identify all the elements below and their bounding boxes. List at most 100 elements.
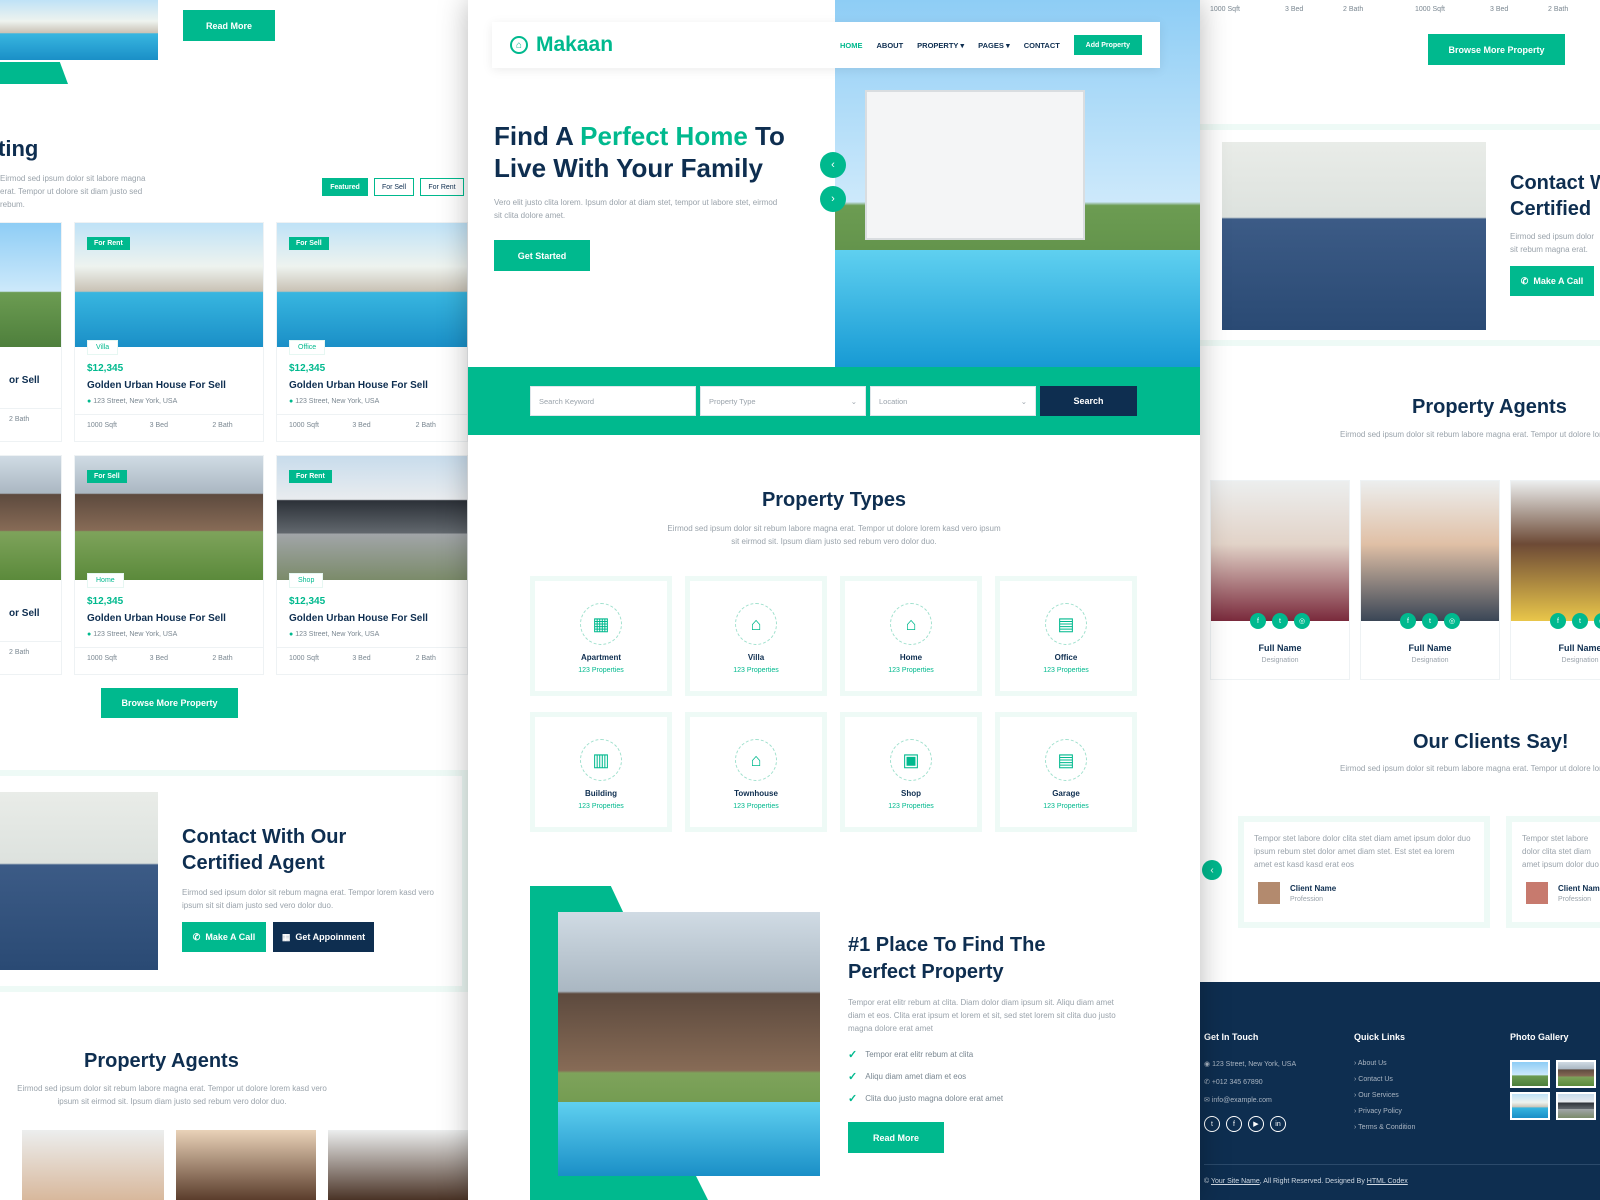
gallery-thumbnail[interactable] — [1510, 1060, 1550, 1088]
property-type-card[interactable]: ⌂ Villa 123 Properties — [685, 576, 827, 696]
property-type-card[interactable]: ⌂ Townhouse 123 Properties — [685, 712, 827, 832]
make-call-button[interactable]: ✆ Make A Call — [182, 922, 266, 952]
chevron-down-icon: ⌄ — [850, 396, 857, 406]
instagram-icon[interactable]: ◎ — [1444, 613, 1460, 629]
browse-more-button[interactable]: Browse More Property — [1428, 34, 1565, 65]
nav-home[interactable]: HOME — [840, 41, 863, 50]
property-title[interactable]: Golden Urban House For Sell — [87, 613, 263, 624]
carousel-prev-button[interactable]: ‹ — [820, 152, 846, 178]
agent-card[interactable]: ft ◎ Full Name Designation — [1360, 480, 1500, 680]
gallery-thumbnail[interactable] — [1556, 1060, 1596, 1088]
search-button[interactable]: Search — [1040, 386, 1137, 416]
twitter-icon[interactable]: t — [1572, 613, 1588, 629]
phone-icon: ✆ — [1520, 275, 1529, 286]
make-call-button[interactable]: ✆ Make A Call — [1510, 266, 1594, 296]
property-card[interactable]: For Rent Villa $12,345 Golden Urban Hous… — [74, 222, 264, 442]
twitter-icon[interactable]: t — [1204, 1116, 1220, 1132]
phone-icon: ✆ — [1204, 1079, 1212, 1086]
clients-text: Eirmod sed ipsum dolor sit rebum labore … — [1340, 764, 1600, 773]
facebook-icon[interactable]: f — [1400, 613, 1416, 629]
client-avatar — [1526, 882, 1548, 904]
accent-shape — [530, 886, 624, 914]
footer-social: t f ▶ in — [1204, 1116, 1286, 1132]
get-started-button[interactable]: Get Started — [494, 240, 590, 271]
agent-photo: ft ◎ — [1211, 481, 1349, 629]
tab-for-sell[interactable]: For Sell — [374, 178, 414, 196]
property-type-card[interactable]: ▣ Shop 123 Properties — [840, 712, 982, 832]
instagram-icon[interactable]: ◎ — [1294, 613, 1310, 629]
property-type-select[interactable]: Property Type ⌄ — [700, 386, 866, 416]
accent-shape — [530, 914, 558, 1200]
property-type-card[interactable]: ▤ Office 123 Properties — [995, 576, 1137, 696]
twitter-icon[interactable]: t — [1422, 613, 1438, 629]
footer-link[interactable]: › Terms & Condition — [1354, 1124, 1415, 1131]
type-count: 123 Properties — [1043, 667, 1089, 674]
property-title[interactable]: Golden Urban House For Sell — [289, 380, 467, 391]
youtube-icon[interactable]: ▶ — [1248, 1116, 1264, 1132]
twitter-icon[interactable]: t — [1272, 613, 1288, 629]
hero-text: Vero elit justo clita lorem. Ipsum dolor… — [494, 198, 778, 220]
nav-about[interactable]: ABOUT — [877, 41, 904, 50]
feature-list: ✓ Tempor erat elitr rebum at clita ✓ Aliqu… — [848, 1048, 1128, 1108]
property-type-card[interactable]: ▥ Building 123 Properties — [530, 712, 672, 832]
gallery-thumbnail[interactable] — [1510, 1092, 1550, 1120]
property-type-card[interactable]: ▤ Garage 123 Properties — [995, 712, 1137, 832]
designer-link[interactable]: HTML Codex — [1367, 1178, 1408, 1185]
property-card[interactable]: For Sell Office $12,345 Golden Urban Hou… — [276, 222, 468, 442]
home-icon: ⌂ — [890, 603, 932, 645]
accent-shape — [0, 62, 68, 84]
footer-link-label: About Us — [1357, 1060, 1387, 1067]
gallery-thumbnail[interactable] — [1556, 1092, 1596, 1120]
property-card[interactable]: or Sell 2 Bath — [0, 455, 62, 675]
search-keyword-input[interactable]: Search Keyword — [530, 386, 696, 416]
property-price: $12,345 — [87, 363, 124, 374]
property-title[interactable]: Golden Urban House For Sell — [289, 613, 467, 624]
property-title: or Sell — [9, 608, 40, 619]
bath-count: 2 Bath — [212, 655, 233, 662]
facebook-icon[interactable]: f — [1550, 613, 1566, 629]
brand-logo[interactable]: ⌂ Makaan — [510, 33, 840, 57]
location-select[interactable]: Location ⌄ — [870, 386, 1036, 416]
property-title[interactable]: Golden Urban House For Sell — [87, 380, 263, 391]
footer-link[interactable]: › Contact Us — [1354, 1076, 1393, 1083]
testimonial-prev-button[interactable]: ‹ — [1202, 860, 1222, 880]
linkedin-icon[interactable]: in — [1270, 1116, 1286, 1132]
nav-property[interactable]: PROPERTY ▾ — [917, 41, 964, 50]
bath-count: 2 Bath — [415, 655, 436, 662]
testimonial-card: Tempor stet labore dolor clita stet diam… — [1238, 816, 1490, 928]
facebook-icon[interactable]: f — [1250, 613, 1266, 629]
contact-title-line2: Certified Agent — [182, 852, 325, 874]
property-type-card[interactable]: ⌂ Home 123 Properties — [840, 576, 982, 696]
read-more-button[interactable]: Read More — [848, 1122, 944, 1153]
make-call-label: Make A Call — [205, 932, 256, 942]
property-type-placeholder: Property Type — [709, 396, 756, 406]
tab-featured[interactable]: Featured — [322, 178, 368, 196]
footer-link[interactable]: › About Us — [1354, 1060, 1387, 1067]
carousel-next-button[interactable]: › — [820, 186, 846, 212]
footer-link[interactable]: › Privacy Policy — [1354, 1108, 1402, 1115]
nav-pages[interactable]: PAGES ▾ — [978, 41, 1010, 50]
property-card[interactable]: For Sell Home $12,345 Golden Urban House… — [74, 455, 264, 675]
read-more-button[interactable]: Read More — [183, 10, 275, 41]
add-property-button[interactable]: Add Property — [1073, 35, 1142, 55]
agent-card[interactable]: ft ◎ Full Name Designation — [1210, 480, 1350, 680]
bed-count: 3 Bed — [149, 422, 168, 429]
about-text: Tempor erat elitr rebum at clita. Diam d… — [848, 998, 1116, 1033]
appointment-button[interactable]: ▦ Get Appoinment — [273, 922, 374, 952]
email-icon: ✉ — [1204, 1097, 1212, 1104]
agent-card[interactable]: ft ◎ Full Name Designation — [1510, 480, 1600, 680]
instagram-icon[interactable]: ◎ — [1594, 613, 1600, 629]
property-card[interactable]: For Rent Shop $12,345 Golden Urban House… — [276, 455, 468, 675]
property-address: 123 Street, New York, USA — [93, 631, 178, 638]
facebook-icon[interactable]: f — [1226, 1116, 1242, 1132]
property-type-card[interactable]: ▦ Apartment 123 Properties — [530, 576, 672, 696]
browse-more-button[interactable]: Browse More Property — [101, 688, 238, 718]
footer-link[interactable]: › Our Services — [1354, 1092, 1399, 1099]
calendar-icon: ▦ — [281, 931, 291, 942]
area-size: 1000 Sqft — [1415, 6, 1445, 13]
property-address: 123 Street, New York, USA — [295, 631, 380, 638]
site-name-link[interactable]: Your Site Name — [1211, 1178, 1260, 1185]
property-card[interactable]: or Sell 2 Bath — [0, 222, 62, 442]
nav-contact[interactable]: CONTACT — [1024, 41, 1060, 50]
tab-for-rent[interactable]: For Rent — [420, 178, 464, 196]
